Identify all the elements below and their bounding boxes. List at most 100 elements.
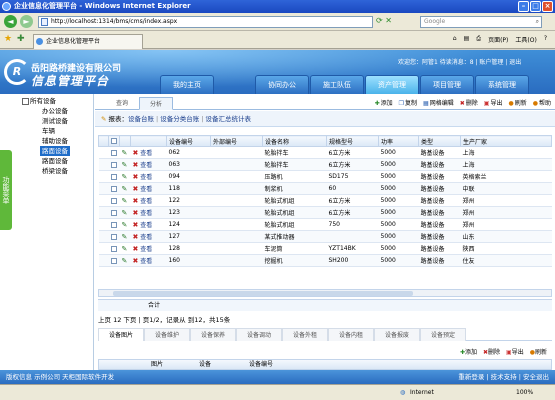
col-header[interactable]: 功率 xyxy=(378,135,419,147)
delete-row-icon[interactable]: ✖ xyxy=(133,257,139,265)
report-link[interactable]: 设备汇总统计表 xyxy=(205,115,251,123)
col-header[interactable]: 规格型号 xyxy=(326,135,379,147)
table-row[interactable]: ✎ ✖ 查看 122 轮胎式机组 6立方米 5000 路基设备 郑州 xyxy=(98,194,552,207)
tree-item-selected[interactable]: 路面设备 xyxy=(40,146,70,156)
address-input[interactable]: http://localhost:1314/bms/cms/index.aspx xyxy=(38,16,373,28)
footer-links[interactable]: 重新登录 | 技术支持 | 安全退出 xyxy=(458,370,549,384)
table-row[interactable]: ✎ ✖ 查看 127 某式推动器 5000 路基设备 山东 xyxy=(98,230,552,243)
delete-row-icon[interactable]: ✖ xyxy=(133,209,139,217)
row-checkbox[interactable] xyxy=(110,209,117,216)
table-row[interactable]: ✎ ✖ 查看 124 轮胎式机组 750 5000 路基设备 郑州 xyxy=(98,218,552,231)
pager[interactable]: 上页 12 下页 | 页1/2，记录从 到12，共15条 xyxy=(98,315,552,325)
nav-tab-crew[interactable]: 施工队伍 xyxy=(310,75,364,94)
table-row[interactable]: ✎ ✖ 查看 062 轮胎拌车 6立方米 5000 路基设备 上海 xyxy=(98,146,552,159)
col-header[interactable]: 设备编号 xyxy=(166,135,211,147)
print-icon[interactable]: ⎙ xyxy=(476,35,481,44)
delete-row-icon[interactable]: ✖ xyxy=(133,197,139,205)
delete-row-icon[interactable]: ✖ xyxy=(133,221,139,229)
report-link[interactable]: 设备分类台账 xyxy=(160,115,199,123)
view-link[interactable]: 查看 xyxy=(140,186,152,193)
edit-pencil-icon[interactable]: ✎ xyxy=(122,233,128,241)
go-icon[interactable]: ⟳ ✕ xyxy=(376,16,392,25)
edit-pencil-icon[interactable]: ✎ xyxy=(122,245,128,253)
detail-tab[interactable]: 设备报废 xyxy=(374,328,420,341)
nav-tab-assets[interactable]: 资产管理 xyxy=(365,75,419,94)
detail-tab[interactable]: 设备外租 xyxy=(282,328,328,341)
delete-row-icon[interactable]: ✖ xyxy=(133,233,139,241)
delete-row-icon[interactable]: ✖ xyxy=(133,245,139,253)
tree-root[interactable]: 所有设备 xyxy=(22,96,70,106)
view-link[interactable]: 查看 xyxy=(140,150,152,157)
delete-button[interactable]: ✖删除 xyxy=(460,98,478,107)
row-checkbox[interactable] xyxy=(110,185,117,192)
favorites-star-icon[interactable]: ★ xyxy=(4,34,12,44)
detail-tab[interactable]: 设备调动 xyxy=(236,328,282,341)
detail-add-button[interactable]: ✚添加 xyxy=(460,347,477,356)
select-all-checkbox[interactable] xyxy=(111,138,117,144)
view-link[interactable]: 查看 xyxy=(140,234,152,241)
nav-tab-office[interactable]: 协同办公 xyxy=(255,75,309,94)
tab-analysis[interactable]: 分析 xyxy=(139,97,173,110)
delete-row-icon[interactable]: ✖ xyxy=(133,173,139,181)
tree-item[interactable]: 桥梁设备 xyxy=(22,166,70,176)
edit-pencil-icon[interactable]: ✎ xyxy=(122,173,128,181)
minimize-button[interactable]: – xyxy=(518,1,529,12)
view-link[interactable]: 查看 xyxy=(140,222,152,229)
tools-menu[interactable]: 工具(O) xyxy=(515,35,536,44)
tree-item[interactable]: 路面设备 xyxy=(22,156,70,166)
tree-item[interactable]: 辅助设备 xyxy=(22,136,70,146)
row-checkbox[interactable] xyxy=(110,197,117,204)
edit-pencil-icon[interactable]: ✎ xyxy=(122,209,128,217)
col-header[interactable]: 生产厂家 xyxy=(460,135,552,147)
detail-tab[interactable]: 设备图片 xyxy=(98,328,144,341)
detail-tab[interactable]: 设备内租 xyxy=(328,328,374,341)
tree-item[interactable]: 测试设备 xyxy=(22,116,70,126)
detail-col-header[interactable]: 设备编号 xyxy=(249,360,273,370)
scrollbar-thumb[interactable] xyxy=(113,291,413,296)
help-menu[interactable]: ? xyxy=(544,35,547,44)
delete-row-icon[interactable]: ✖ xyxy=(133,185,139,193)
detail-tab[interactable]: 设备维护 xyxy=(144,328,190,341)
view-link[interactable]: 查看 xyxy=(140,258,152,265)
edit-pencil-icon[interactable]: ✎ xyxy=(122,161,128,169)
grid-edit-button[interactable]: ▦网格编辑 xyxy=(423,98,454,107)
table-row[interactable]: ✎ ✖ 查看 128 车泥筒 YZT14BK 5000 路基设备 陕西 xyxy=(98,242,552,255)
edit-pencil-icon[interactable]: ✎ xyxy=(122,221,128,229)
row-checkbox[interactable] xyxy=(110,233,117,240)
col-header[interactable]: 设备名称 xyxy=(262,135,327,147)
table-row[interactable]: ✎ ✖ 查看 094 压路机 SD175 5000 路基设备 英格索兰 xyxy=(98,170,552,183)
col-header[interactable]: 类型 xyxy=(418,135,461,147)
row-checkbox[interactable] xyxy=(110,161,117,168)
welcome-text[interactable]: 欢迎您：阿管1 待读消息：8 | 账户管理 | 退出 xyxy=(398,57,521,66)
add-favorite-icon[interactable]: ✚ xyxy=(17,34,25,44)
back-button[interactable]: ◄ xyxy=(4,15,17,28)
tab-query[interactable]: 查询 xyxy=(105,97,139,110)
view-link[interactable]: 查看 xyxy=(140,162,152,169)
horizontal-scrollbar[interactable] xyxy=(98,289,552,297)
zoom-level[interactable]: 100% xyxy=(516,385,533,400)
col-header[interactable]: 外部编号 xyxy=(210,135,263,147)
page-menu[interactable]: 页面(P) xyxy=(488,35,508,44)
add-button[interactable]: ✚添加 xyxy=(375,98,393,107)
delete-row-icon[interactable]: ✖ xyxy=(133,149,139,157)
detail-export-button[interactable]: ▣导出 xyxy=(506,347,524,356)
view-link[interactable]: 查看 xyxy=(140,198,152,205)
nav-tab-projects[interactable]: 项目管理 xyxy=(420,75,474,94)
view-link[interactable]: 查看 xyxy=(140,210,152,217)
nav-tab-system[interactable]: 系统管理 xyxy=(475,75,529,94)
row-checkbox[interactable] xyxy=(110,173,117,180)
home-icon[interactable]: ⌂ xyxy=(453,35,457,44)
tree-item[interactable]: 车辆 xyxy=(22,126,70,136)
table-row[interactable]: ✎ ✖ 查看 063 轮胎拌车 6立方米 5000 路基设备 上海 xyxy=(98,158,552,171)
view-link[interactable]: 查看 xyxy=(140,174,152,181)
browser-tab[interactable]: 企业信息化管理平台 xyxy=(33,34,143,49)
maximize-button[interactable]: □ xyxy=(530,1,541,12)
help-button[interactable]: ●帮助 xyxy=(533,98,551,107)
search-input[interactable]: Google ⌕ xyxy=(420,16,542,28)
col-header-select[interactable] xyxy=(108,135,120,147)
detail-tab[interactable]: 设备预定 xyxy=(420,328,466,341)
table-row[interactable]: ✎ ✖ 查看 118 制浆机 60 5000 路基设备 中联 xyxy=(98,182,552,195)
row-checkbox[interactable] xyxy=(110,257,117,264)
detail-refresh-button[interactable]: ●刷新 xyxy=(530,347,547,356)
forward-button[interactable]: ► xyxy=(20,15,33,28)
